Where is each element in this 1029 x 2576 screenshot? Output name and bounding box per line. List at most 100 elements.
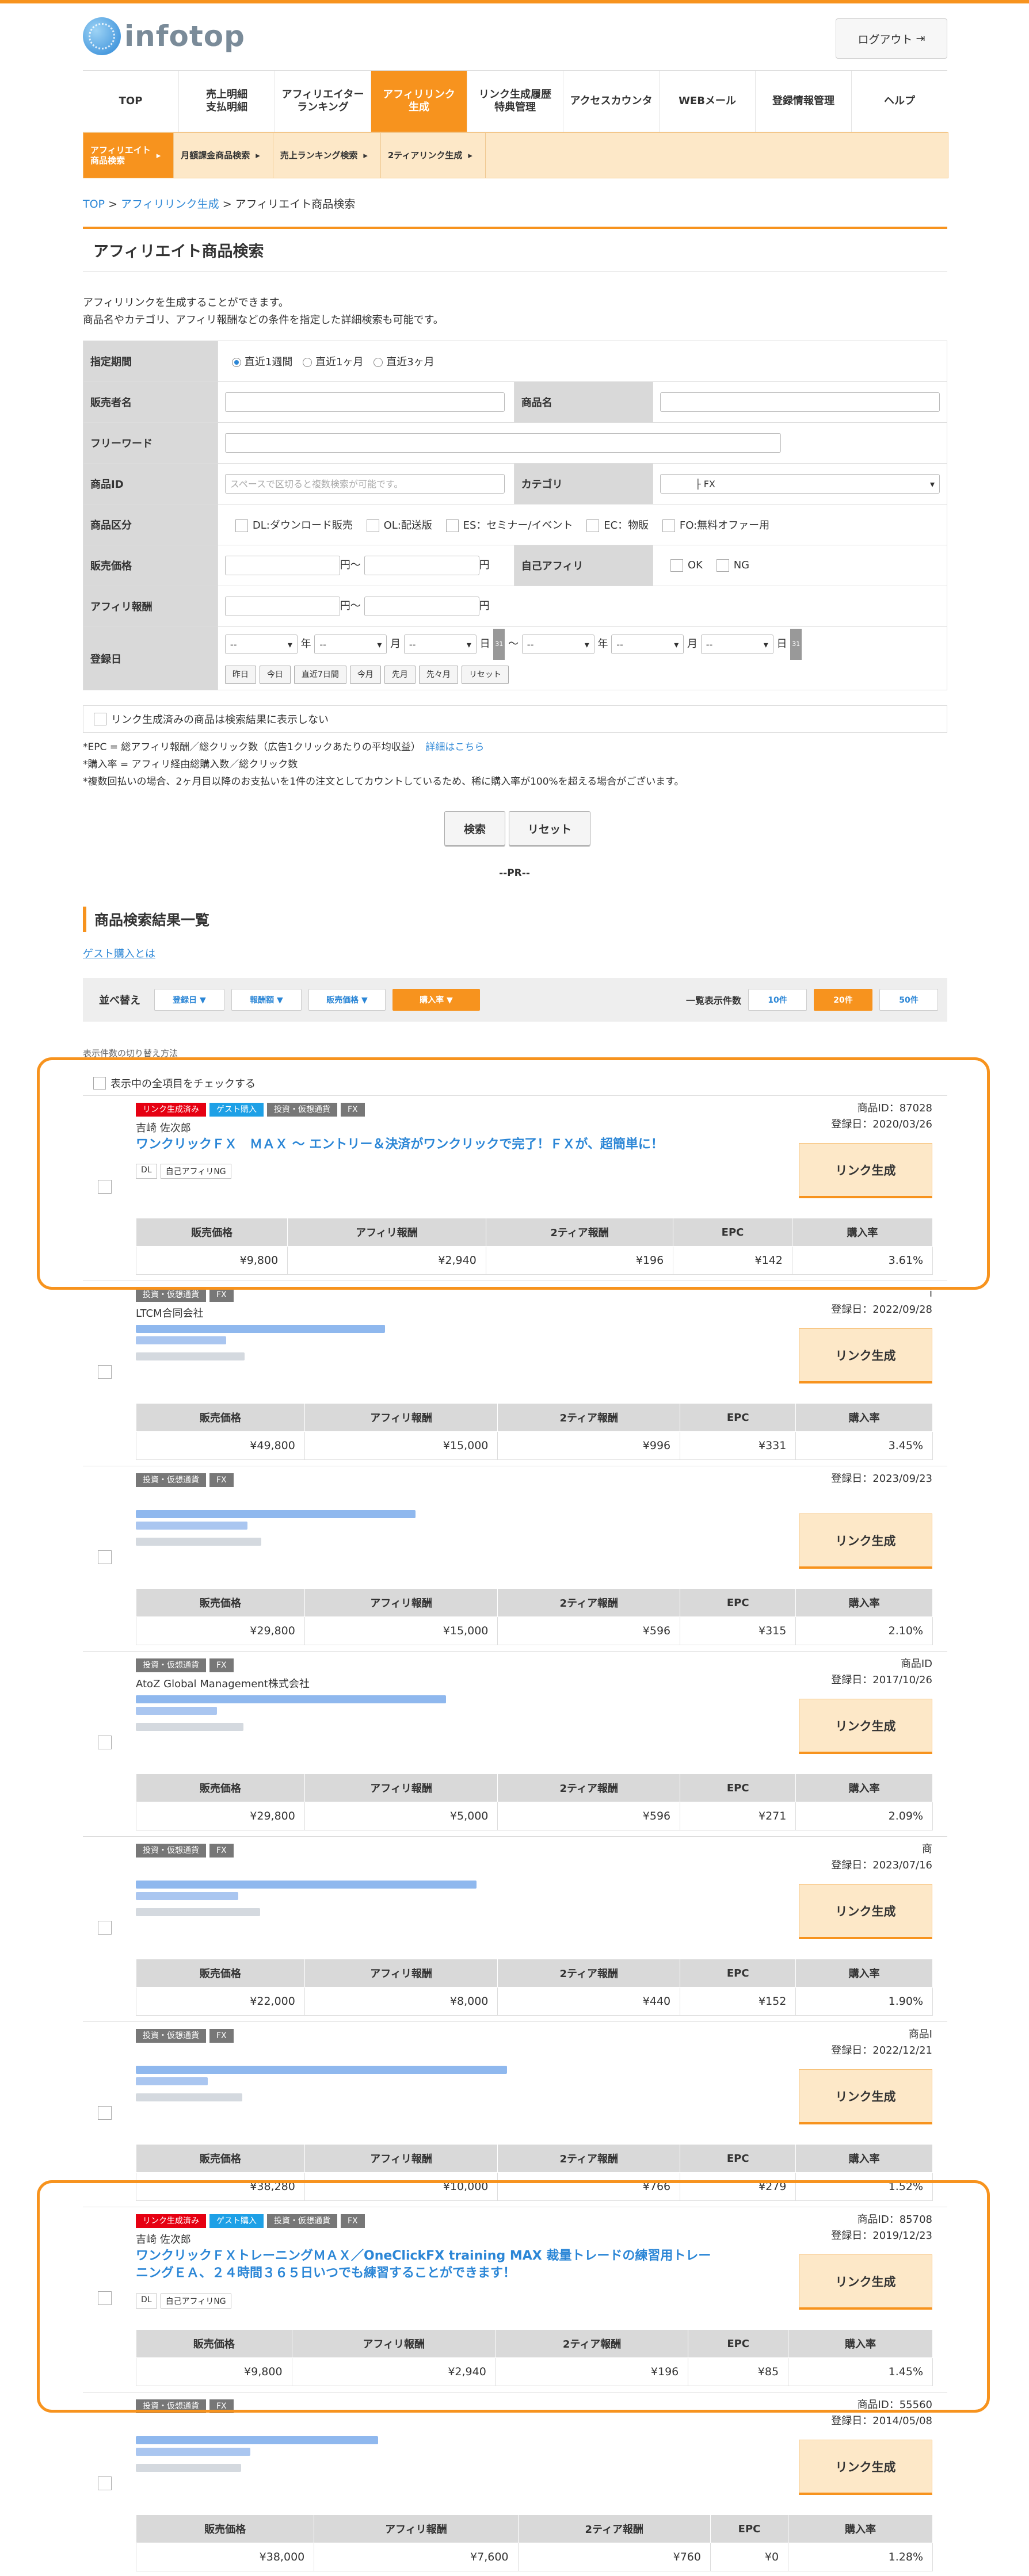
period-radio[interactable] xyxy=(303,358,312,367)
breadcrumb-top[interactable]: TOP xyxy=(83,198,105,211)
sort-date-button[interactable]: 登録日 ▼ xyxy=(154,989,224,1011)
count-10-button[interactable]: 10件 xyxy=(748,989,807,1011)
link-generate-button[interactable]: リンク生成 xyxy=(799,2254,932,2310)
link-generate-button[interactable]: リンク生成 xyxy=(799,2069,932,2124)
freeword-input[interactable] xyxy=(224,433,781,453)
date-from-day[interactable]: -- xyxy=(403,634,477,655)
date-shortcut-button[interactable]: 先月 xyxy=(384,665,416,684)
hide-linked-row: リンク生成済みの商品は検索結果に表示しない xyxy=(83,705,947,733)
hide-linked-label: リンク生成済みの商品は検索結果に表示しない xyxy=(111,714,329,726)
reward-min-input[interactable] xyxy=(224,597,340,616)
infotop-logo[interactable]: infotop xyxy=(83,17,245,55)
gnav-item[interactable]: 登録情報管理 xyxy=(755,71,851,132)
gnav-item[interactable]: アクセスカウンタ xyxy=(563,71,659,132)
date-shortcut-button[interactable]: 今日 xyxy=(259,665,291,684)
calendar-icon[interactable]: 31 xyxy=(790,628,802,660)
calendar-icon[interactable]: 31 xyxy=(493,628,505,660)
gnav-item[interactable]: リンク生成履歴 特典管理 xyxy=(467,71,563,132)
item-meta: i 登録日：2022/09/28 xyxy=(831,1286,932,1318)
link-generate-button[interactable]: リンク生成 xyxy=(799,1699,932,1754)
date-from-month[interactable]: -- xyxy=(314,634,387,655)
subnav-item[interactable]: 月額課金商品検索 ▸ xyxy=(174,133,273,178)
date-shortcut-button[interactable]: 先々月 xyxy=(418,665,458,684)
item-title-link[interactable] xyxy=(136,2062,711,2085)
date-to-month[interactable]: -- xyxy=(611,634,684,655)
logout-button[interactable]: ログアウト ⇥ xyxy=(836,18,947,59)
subnav-item[interactable]: 売上ランキング検索 ▸ xyxy=(273,133,381,178)
breadcrumb-link-gen[interactable]: アフィリリンク生成 xyxy=(121,198,219,211)
link-generate-button[interactable]: リンク生成 xyxy=(799,1514,932,1569)
reset-button[interactable]: リセット xyxy=(509,811,590,846)
sort-price-button[interactable]: 販売価格 ▼ xyxy=(308,989,386,1011)
product-id-input[interactable]: スペースで区切ると複数検索が可能です。 xyxy=(224,474,505,494)
subnav-item[interactable]: アフィリエイト 商品検索 ▸ xyxy=(83,133,174,178)
link-generate-button[interactable]: リンク生成 xyxy=(799,1143,932,1198)
item-badge: DL xyxy=(136,1164,157,1179)
detail-link[interactable]: 詳細はこちら xyxy=(425,742,484,753)
period-radio[interactable] xyxy=(231,358,241,367)
check-all-checkbox[interactable] xyxy=(93,1077,106,1090)
gnav-item[interactable]: ヘルプ xyxy=(851,71,947,132)
gnav-item[interactable]: TOP xyxy=(83,71,178,132)
link-generate-button[interactable]: リンク生成 xyxy=(799,1884,932,1939)
type-checkbox[interactable] xyxy=(445,519,459,532)
price-min-input[interactable] xyxy=(224,556,340,575)
gnav-item[interactable]: 売上明細 支払明細 xyxy=(178,71,275,132)
date-shortcut-button[interactable]: 直近7日間 xyxy=(294,665,346,684)
date-to-year[interactable]: -- xyxy=(521,634,594,655)
item-title-link[interactable]: ワンクリックＦＸ ＭＡＸ ～ エントリー＆決済がワンクリックで完了！ＦＸが、超簡… xyxy=(136,1136,711,1153)
gnav-item[interactable]: アフィリリンク 生成 xyxy=(371,71,467,132)
link-generate-button[interactable]: リンク生成 xyxy=(799,2440,932,2495)
item-title-link[interactable] xyxy=(136,1692,711,1715)
item-tag: 投資・仮想通貨 xyxy=(267,2214,337,2228)
type-checkbox[interactable] xyxy=(366,519,379,532)
category-select[interactable]: ├ FX xyxy=(660,474,940,494)
check-all-label: 表示中の全項目をチェックする xyxy=(110,1078,256,1090)
date-shortcut-button[interactable]: 今月 xyxy=(349,665,381,684)
item-checkbox[interactable] xyxy=(98,1550,112,1564)
count-50-button[interactable]: 50件 xyxy=(879,989,938,1011)
self-ng-checkbox[interactable] xyxy=(716,559,729,572)
stats-header: 購入率 xyxy=(795,1588,933,1617)
item-title-link[interactable] xyxy=(136,1507,711,1530)
item-checkbox[interactable] xyxy=(98,2291,112,2305)
type-checkbox[interactable] xyxy=(235,519,248,532)
type-checkbox[interactable] xyxy=(662,519,675,532)
item-checkbox[interactable] xyxy=(98,1365,112,1379)
subnav-item[interactable]: 2ティアリンク生成 ▸ xyxy=(381,133,486,178)
item-title-link[interactable] xyxy=(136,1321,711,1344)
seller-input[interactable] xyxy=(224,392,505,412)
date-from-year[interactable]: -- xyxy=(224,634,298,655)
item-title-link[interactable] xyxy=(136,1877,711,1900)
reward-max-input[interactable] xyxy=(364,597,479,616)
period-radio[interactable] xyxy=(374,358,383,367)
gnav-item[interactable]: WEBメール xyxy=(659,71,755,132)
product-input[interactable] xyxy=(660,392,940,412)
item-checkbox[interactable] xyxy=(98,1921,112,1935)
type-option-label: EC：物販 xyxy=(604,519,649,532)
guest-purchase-link[interactable]: ゲスト購入とは xyxy=(83,946,155,961)
date-shortcut-button[interactable]: 昨日 xyxy=(224,665,256,684)
item-tag: FX xyxy=(209,1844,234,1858)
hide-linked-checkbox[interactable] xyxy=(94,713,106,725)
stats-value: 1.45% xyxy=(788,2357,933,2386)
item-title-link[interactable] xyxy=(136,2433,711,2456)
item-checkbox[interactable] xyxy=(98,1180,112,1194)
date-shortcut-button[interactable]: リセット xyxy=(461,665,509,684)
price-max-input[interactable] xyxy=(364,556,479,575)
type-checkbox[interactable] xyxy=(586,519,600,532)
sort-rate-button[interactable]: 購入率 ▼ xyxy=(392,989,480,1011)
gnav-item[interactable]: アフィリエイター ランキング xyxy=(275,71,371,132)
item-checkbox[interactable] xyxy=(98,1736,112,1749)
self-ok-checkbox[interactable] xyxy=(670,559,683,572)
count-20-button[interactable]: 20件 xyxy=(814,989,872,1011)
search-form: 指定期間 直近1週間 直近1ヶ月 直近3ヶ月 販売者名 商品名 フリーワード 商… xyxy=(83,341,948,690)
search-button[interactable]: 検索 xyxy=(444,811,505,846)
item-checkbox[interactable] xyxy=(98,2106,112,2120)
item-title-link[interactable]: ワンクリックＦＸトレーニングＭＡＸ／OneClickFX training MA… xyxy=(136,2248,711,2282)
sort-reward-button[interactable]: 報酬額 ▼ xyxy=(231,989,302,1011)
item-checkbox[interactable] xyxy=(98,2476,112,2490)
link-generate-button[interactable]: リンク生成 xyxy=(799,1328,932,1383)
stats-value: ¥10,000 xyxy=(304,2172,498,2201)
date-to-day[interactable]: -- xyxy=(700,634,773,655)
